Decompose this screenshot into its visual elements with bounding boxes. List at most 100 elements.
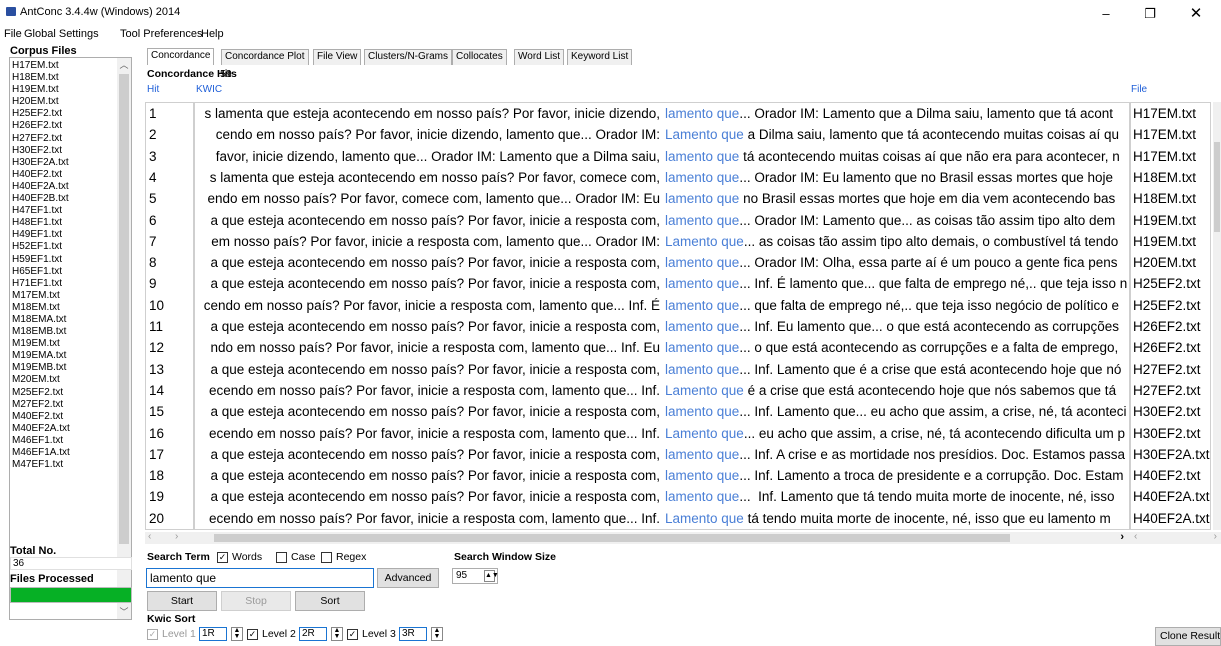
file-column[interactable]: H17EM.txt H17EM.txt H17EM.txt H18EM.txt H18E… bbox=[1130, 102, 1211, 530]
kwic-column[interactable]: s lamenta que esteja acontecendo em noss… bbox=[194, 102, 1130, 530]
level-3-checkbox[interactable]: ✓ bbox=[347, 629, 358, 640]
hit-number[interactable]: 6 bbox=[149, 210, 157, 231]
kwic-line[interactable]: em nosso país? Por favor, inicie a respo… bbox=[195, 231, 1129, 252]
level-1-spinner-icon[interactable]: ▲ ▼ bbox=[231, 627, 243, 641]
level-2-checkbox[interactable]: ✓ bbox=[247, 629, 258, 640]
hit-number[interactable]: 9 bbox=[149, 273, 157, 294]
hit-file-name[interactable]: H40EF2A.txt bbox=[1133, 486, 1210, 507]
scroll-right-icon[interactable]: › bbox=[1214, 531, 1217, 542]
kwic-keyword[interactable]: lamento que bbox=[665, 404, 739, 419]
tab-collocates[interactable]: Collocates bbox=[452, 49, 507, 65]
file-list-item[interactable]: H59EF1.txt bbox=[12, 254, 117, 266]
hit-file-name[interactable]: H40EF2.txt bbox=[1133, 465, 1201, 486]
regex-checkbox[interactable] bbox=[321, 552, 332, 563]
kwic-line[interactable]: cendo em nosso país? Por favor, inicie d… bbox=[195, 124, 1129, 145]
file-list-item[interactable]: H20EM.txt bbox=[12, 96, 117, 108]
kwic-keyword[interactable]: Lamento que bbox=[665, 234, 744, 249]
case-checkbox[interactable] bbox=[276, 552, 287, 563]
kwic-keyword[interactable]: lamento que bbox=[665, 362, 739, 377]
kwic-keyword[interactable]: lamento que bbox=[665, 276, 739, 291]
file-list-item[interactable]: M46EF1.txt bbox=[12, 435, 117, 447]
kwic-line[interactable]: ecendo em nosso país? Por favor, inicie … bbox=[195, 508, 1129, 529]
tab-keyword-list[interactable]: Keyword List bbox=[567, 49, 633, 65]
file-list-item[interactable]: H25EF2.txt bbox=[12, 108, 117, 120]
menu-help[interactable]: Help bbox=[201, 28, 224, 40]
scroll-right-icon[interactable]: › bbox=[175, 531, 178, 542]
close-button[interactable]: ✕ bbox=[1174, 4, 1218, 26]
kwic-line[interactable]: ecendo em nosso país? Por favor, inicie … bbox=[195, 423, 1129, 444]
kwic-keyword[interactable]: lamento que bbox=[665, 191, 739, 206]
hit-number[interactable]: 17 bbox=[149, 444, 164, 465]
hit-file-name[interactable]: H30EF2A.txt bbox=[1133, 444, 1210, 465]
kwic-keyword[interactable]: lamento que bbox=[665, 255, 739, 270]
kwic-line[interactable]: a que esteja acontecendo em nosso país? … bbox=[195, 444, 1129, 465]
hit-number[interactable]: 13 bbox=[149, 359, 164, 380]
hit-file-name[interactable]: H18EM.txt bbox=[1133, 188, 1196, 209]
level-3-field[interactable]: 3R bbox=[399, 627, 427, 641]
kwic-line[interactable]: a que esteja acontecendo em nosso país? … bbox=[195, 401, 1129, 422]
hit-number[interactable]: 15 bbox=[149, 401, 164, 422]
file-list-item[interactable]: M40EF2.txt bbox=[12, 411, 117, 423]
stop-button[interactable]: Stop bbox=[221, 591, 291, 611]
file-list-item[interactable]: H40EF2.txt bbox=[12, 169, 117, 181]
hit-horizontal-scrollbar[interactable]: ‹ › bbox=[145, 531, 194, 544]
start-button[interactable]: Start bbox=[147, 591, 217, 611]
file-column-header[interactable]: File bbox=[1131, 84, 1147, 95]
file-list-item[interactable]: M47EF1.txt bbox=[12, 459, 117, 471]
kwic-line[interactable]: favor, inicie dizendo, lamento que... Or… bbox=[195, 146, 1129, 167]
minimize-button[interactable]: – bbox=[1084, 4, 1128, 26]
hit-number[interactable]: 14 bbox=[149, 380, 164, 401]
tab-word-list[interactable]: Word List bbox=[514, 49, 565, 65]
hit-file-name[interactable]: H40EF2A.txt bbox=[1133, 508, 1210, 529]
kwic-line[interactable]: a que esteja acontecendo em nosso país? … bbox=[195, 359, 1129, 380]
file-list-item[interactable]: H26EF2.txt bbox=[12, 120, 117, 132]
hit-file-name[interactable]: H25EF2.txt bbox=[1133, 295, 1201, 316]
hit-file-name[interactable]: H30EF2.txt bbox=[1133, 423, 1201, 444]
file-list-item[interactable]: H52EF1.txt bbox=[12, 241, 117, 253]
kwic-keyword[interactable]: lamento que bbox=[665, 468, 739, 483]
hit-file-name[interactable]: H20EM.txt bbox=[1133, 252, 1196, 273]
file-list-item[interactable]: H47EF1.txt bbox=[12, 205, 117, 217]
kwic-keyword[interactable]: Lamento que bbox=[665, 426, 744, 441]
hit-file-name[interactable]: H18EM.txt bbox=[1133, 167, 1196, 188]
hit-file-name[interactable]: H27EF2.txt bbox=[1133, 359, 1201, 380]
kwic-keyword[interactable]: Lamento que bbox=[665, 383, 744, 398]
hit-number[interactable]: 10 bbox=[149, 295, 164, 316]
hit-file-name[interactable]: H17EM.txt bbox=[1133, 146, 1196, 167]
hit-number[interactable]: 4 bbox=[149, 167, 157, 188]
hit-file-name[interactable]: H27EF2.txt bbox=[1133, 380, 1201, 401]
hit-number[interactable]: 1 bbox=[149, 103, 157, 124]
hit-number[interactable]: 7 bbox=[149, 231, 157, 252]
results-vertical-scrollbar[interactable] bbox=[1213, 102, 1221, 530]
kwic-keyword[interactable]: lamento que bbox=[665, 213, 739, 228]
file-list-item[interactable]: M18EM.txt bbox=[12, 302, 117, 314]
hit-number[interactable]: 5 bbox=[149, 188, 157, 209]
hit-file-name[interactable]: H17EM.txt bbox=[1133, 124, 1196, 145]
hit-number[interactable]: 19 bbox=[149, 486, 164, 507]
scroll-left-icon[interactable]: ‹ bbox=[148, 531, 151, 542]
file-list-item[interactable]: M19EM.txt bbox=[12, 338, 117, 350]
menu-tool-preferences[interactable]: Tool Preferences bbox=[120, 28, 203, 40]
file-list-item[interactable]: M46EF1A.txt bbox=[12, 447, 117, 459]
file-horizontal-scrollbar[interactable]: ‹ › bbox=[1130, 531, 1221, 544]
level-3-spinner-icon[interactable]: ▲ ▼ bbox=[431, 627, 443, 641]
file-list-item[interactable]: H30EF2.txt bbox=[12, 145, 117, 157]
sort-button[interactable]: Sort bbox=[295, 591, 365, 611]
kwic-keyword[interactable]: lamento que bbox=[665, 149, 739, 164]
kwic-line[interactable]: a que esteja acontecendo em nosso país? … bbox=[195, 486, 1129, 507]
kwic-keyword[interactable]: lamento que bbox=[665, 447, 739, 462]
kwic-line[interactable]: s lamenta que esteja acontecendo em noss… bbox=[195, 103, 1129, 124]
kwic-line[interactable]: s lamenta que esteja acontecendo em noss… bbox=[195, 167, 1129, 188]
level-2-field[interactable]: 2R bbox=[299, 627, 327, 641]
file-list-item[interactable]: M17EM.txt bbox=[12, 290, 117, 302]
clone-results-button[interactable]: Clone Results bbox=[1155, 627, 1221, 646]
file-list-item[interactable]: M40EF2A.txt bbox=[12, 423, 117, 435]
words-checkbox[interactable]: ✓ bbox=[217, 552, 228, 563]
kwic-line[interactable]: ecendo em nosso país? Por favor, inicie … bbox=[195, 380, 1129, 401]
hit-file-name[interactable]: H26EF2.txt bbox=[1133, 316, 1201, 337]
menu-global-settings[interactable]: Global Settings bbox=[24, 28, 99, 40]
hit-file-name[interactable]: H19EM.txt bbox=[1133, 231, 1196, 252]
tab-concordance-plot[interactable]: Concordance Plot bbox=[221, 49, 309, 65]
hit-file-name[interactable]: H17EM.txt bbox=[1133, 103, 1196, 124]
hit-column[interactable]: 1 2 3 4 5 6 7 8 9 10 11 12 13 14 15 16 17 18 19 20 bbox=[145, 102, 194, 530]
